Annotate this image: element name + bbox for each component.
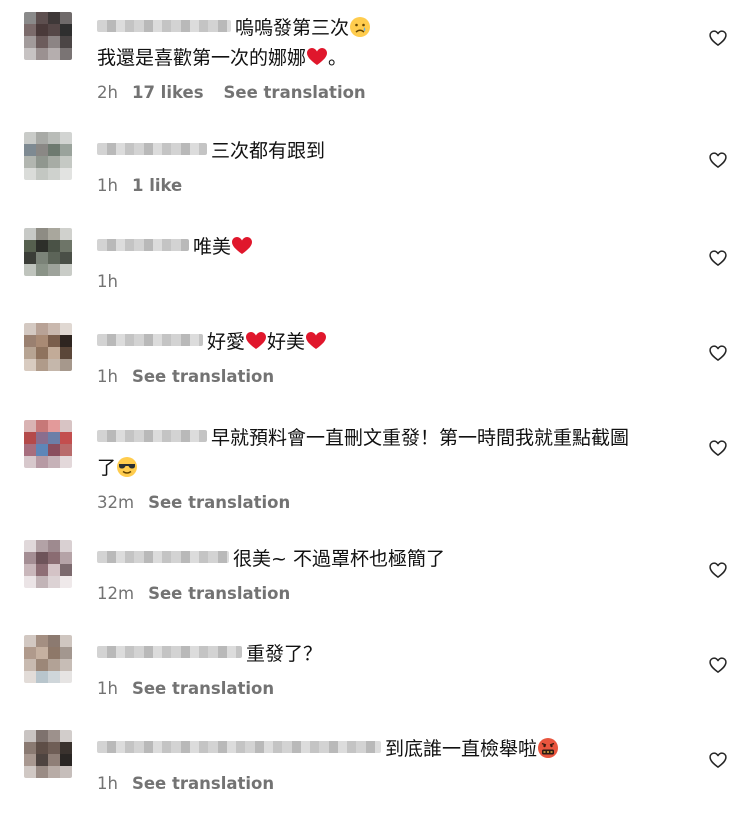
see-translation-button[interactable]: See translation bbox=[132, 774, 274, 793]
comment-text: 很美~ 不過罩杯也極簡了 bbox=[97, 544, 686, 574]
comment-time[interactable]: 1h bbox=[97, 176, 118, 195]
red-heart-emoji bbox=[306, 46, 328, 68]
crying-face-emoji bbox=[349, 16, 371, 38]
avatar[interactable] bbox=[24, 228, 72, 276]
comment-meta: 1h See translation bbox=[97, 679, 686, 699]
avatar[interactable] bbox=[24, 635, 72, 683]
comment-body: 很美~ 不過罩杯也極簡了 12m See translation bbox=[97, 544, 686, 604]
comment-meta: 1h bbox=[97, 272, 686, 292]
like-heart-icon[interactable] bbox=[708, 750, 728, 770]
comment-text: 重發了？ bbox=[97, 639, 686, 669]
sunglasses-face-emoji bbox=[116, 456, 138, 478]
like-heart-icon[interactable] bbox=[708, 28, 728, 48]
red-heart-emoji bbox=[305, 330, 327, 352]
like-heart-icon[interactable] bbox=[708, 438, 728, 458]
comment-time[interactable]: 2h bbox=[97, 83, 118, 102]
see-translation-button[interactable]: See translation bbox=[224, 83, 366, 102]
likes-count[interactable]: 1 like bbox=[132, 176, 182, 195]
comment-time[interactable]: 1h bbox=[97, 272, 118, 291]
avatar[interactable] bbox=[24, 323, 72, 371]
username-blurred[interactable] bbox=[97, 646, 242, 658]
like-heart-icon[interactable] bbox=[708, 343, 728, 363]
comment-body: 到底誰一直檢舉啦 1h See translation bbox=[97, 734, 686, 794]
red-heart-emoji bbox=[231, 235, 253, 257]
comment-text-line: 嗚嗚發第三次 bbox=[235, 17, 350, 39]
comment-meta: 1h See translation bbox=[97, 774, 686, 794]
username-blurred[interactable] bbox=[97, 143, 207, 155]
username-blurred[interactable] bbox=[97, 20, 231, 32]
comment-text: 到底誰一直檢舉啦 bbox=[97, 734, 686, 764]
comment-text: 早就預料會一直刪文重發！第一時間我就重點截圖 了 bbox=[97, 427, 630, 479]
angry-swearing-face-emoji bbox=[537, 737, 559, 759]
comment-meta: 32m See translation bbox=[97, 493, 686, 513]
avatar[interactable] bbox=[24, 730, 72, 778]
see-translation-button[interactable]: See translation bbox=[132, 367, 274, 386]
comment-meta: 12m See translation bbox=[97, 584, 686, 604]
see-translation-button[interactable]: See translation bbox=[148, 493, 290, 512]
comment-meta: 1h See translation bbox=[97, 367, 686, 387]
red-heart-emoji bbox=[245, 330, 267, 352]
comment-body: 重發了？ 1h See translation bbox=[97, 639, 686, 699]
username-blurred[interactable] bbox=[97, 430, 207, 442]
see-translation-button[interactable]: See translation bbox=[132, 679, 274, 698]
likes-count[interactable]: 17 likes bbox=[132, 83, 204, 102]
like-heart-icon[interactable] bbox=[708, 655, 728, 675]
avatar[interactable] bbox=[24, 540, 72, 588]
comment-text: 唯美 bbox=[97, 232, 686, 262]
comment-text: 三次都有跟到 bbox=[97, 136, 686, 166]
avatar[interactable] bbox=[24, 12, 72, 60]
comment-body: 好愛 好美 1h See translation bbox=[97, 327, 686, 387]
comment-text-line: 我還是喜歡第一次的娜娜 bbox=[97, 47, 307, 69]
avatar[interactable] bbox=[24, 132, 72, 180]
comment-body: 早就預料會一直刪文重發！第一時間我就重點截圖 了 32m See translat… bbox=[97, 423, 686, 513]
comment-text: 好愛 好美 bbox=[97, 327, 686, 357]
comment-time[interactable]: 1h bbox=[97, 679, 118, 698]
comment-time[interactable]: 12m bbox=[97, 584, 134, 603]
username-blurred[interactable] bbox=[97, 741, 381, 753]
comment-body: 唯美 1h bbox=[97, 232, 686, 292]
like-heart-icon[interactable] bbox=[708, 560, 728, 580]
username-blurred[interactable] bbox=[97, 334, 203, 346]
comment-time[interactable]: 32m bbox=[97, 493, 134, 512]
like-heart-icon[interactable] bbox=[708, 150, 728, 170]
comment-body: 嗚嗚發第三次 我還是喜歡第一次的娜娜。 2h 17 likes See transl… bbox=[97, 13, 686, 103]
avatar[interactable] bbox=[24, 420, 72, 468]
username-blurred[interactable] bbox=[97, 239, 189, 251]
comment-body: 三次都有跟到 1h 1 like bbox=[97, 136, 686, 196]
comment-time[interactable]: 1h bbox=[97, 774, 118, 793]
comment-meta: 2h 17 likes See translation bbox=[97, 83, 686, 103]
comment-time[interactable]: 1h bbox=[97, 367, 118, 386]
comment-meta: 1h 1 like bbox=[97, 176, 686, 196]
like-heart-icon[interactable] bbox=[708, 248, 728, 268]
comment-text: 嗚嗚發第三次 我還是喜歡第一次的娜娜。 bbox=[97, 13, 686, 73]
see-translation-button[interactable]: See translation bbox=[148, 584, 290, 603]
username-blurred[interactable] bbox=[97, 551, 229, 563]
